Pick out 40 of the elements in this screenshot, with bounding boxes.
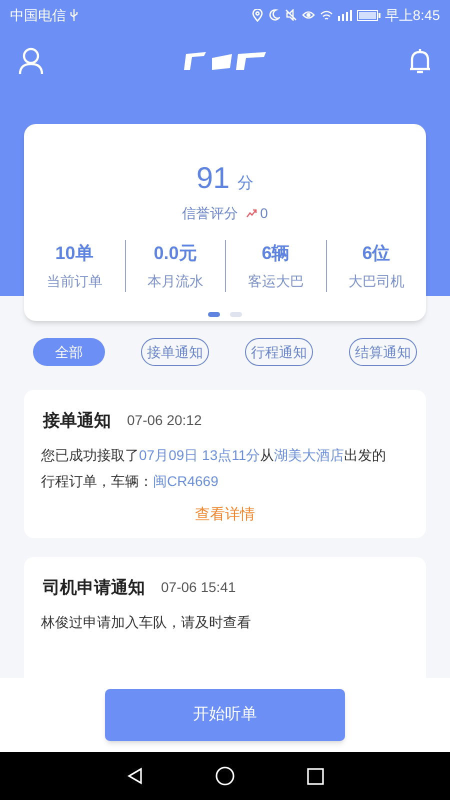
notification-time: 07-06 20:12 bbox=[127, 411, 202, 430]
location-icon bbox=[252, 8, 263, 22]
trend-up-icon bbox=[246, 209, 258, 218]
stat-value: 6位 bbox=[362, 242, 390, 265]
moon-icon bbox=[268, 9, 280, 21]
view-details-link[interactable]: 查看详情 bbox=[195, 504, 255, 526]
filter-tab[interactable]: 行程通知 bbox=[245, 338, 313, 366]
battery-icon bbox=[356, 10, 381, 20]
stat-value: 0.0元 bbox=[154, 242, 197, 265]
signal-icon bbox=[338, 10, 352, 20]
wifi-icon bbox=[320, 10, 333, 20]
filter-tab[interactable]: 全部 bbox=[33, 338, 105, 366]
usb-icon bbox=[70, 9, 78, 21]
stat-label: 本月流水 bbox=[147, 272, 204, 291]
mute-icon bbox=[284, 9, 297, 21]
stat-label: 客运大巴 bbox=[248, 272, 304, 291]
score-unit: 分 bbox=[238, 174, 254, 194]
notification-message: 林俊过申请加入车队，请及时查看 bbox=[41, 612, 252, 632]
notification-title: 接单通知 bbox=[43, 410, 111, 432]
profile-button[interactable] bbox=[17, 46, 45, 76]
notification-bell-button[interactable] bbox=[407, 46, 433, 76]
stat-label: 大巴司机 bbox=[348, 272, 404, 291]
status-time: 早上8:45 bbox=[384, 6, 440, 24]
eye-icon bbox=[302, 9, 315, 21]
carrier-name: 中国电信 bbox=[10, 6, 66, 24]
notification-message: 您已成功接取了07月09日 13点11分从湖美大酒店出发的行程订单，车辆：闽CR4669 bbox=[41, 446, 388, 490]
stat-value: 10单 bbox=[55, 242, 94, 265]
stat-label: 当前订单 bbox=[46, 272, 102, 291]
stat-value: 6辆 bbox=[262, 242, 290, 265]
home-icon[interactable] bbox=[215, 766, 236, 786]
recents-icon[interactable] bbox=[307, 768, 324, 784]
filter-tab[interactable]: 结算通知 bbox=[349, 338, 417, 366]
notification-time: 07-06 15:41 bbox=[161, 578, 236, 598]
score-label: 信誉评分 bbox=[182, 204, 238, 223]
start-listening-button[interactable]: 开始听单 bbox=[105, 689, 345, 741]
notification-title: 司机申请通知 bbox=[43, 577, 145, 599]
score-value: 91 bbox=[196, 161, 230, 197]
score-change: 0 bbox=[260, 204, 268, 223]
filter-tab[interactable]: 接单通知 bbox=[141, 338, 209, 366]
back-icon[interactable] bbox=[126, 767, 144, 785]
